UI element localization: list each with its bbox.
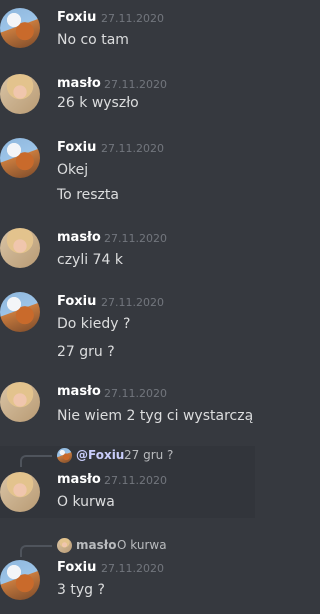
avatar[interactable] (0, 74, 40, 114)
timestamp: 27.11.2020 (104, 387, 167, 400)
message-text: czyli 74 k (57, 252, 123, 268)
avatar[interactable] (0, 292, 40, 332)
message-text: To reszta (57, 187, 119, 203)
message-text: Nie wiem 2 tyg ci wystarczą (57, 408, 254, 424)
username[interactable]: Foxiu (57, 294, 96, 309)
avatar[interactable] (0, 8, 40, 48)
username[interactable]: Foxiu (57, 10, 96, 25)
message-text: No co tam (57, 32, 129, 48)
reply-connector (20, 455, 52, 467)
username[interactable]: Foxiu (57, 560, 96, 575)
message-maslo-3: masło 27.11.2020 Nie wiem 2 tyg ci wysta… (0, 378, 255, 428)
message-maslo-reply: @Foxiu 27 gru ? masło 27.11.2020 O kurwa (0, 446, 255, 518)
message-foxiu-3: Foxiu 27.11.2020 Do kiedy ? 27 gru ? (0, 288, 255, 368)
username[interactable]: Foxiu (57, 140, 96, 155)
timestamp: 27.11.2020 (101, 562, 164, 575)
reply-avatar (57, 538, 72, 553)
message-foxiu-reply: masło O kurwa Foxiu 27.11.2020 3 tyg ? (0, 536, 255, 608)
username[interactable]: masło (57, 384, 101, 399)
message-text: 27 gru ? (57, 344, 115, 360)
message-text: O kurwa (57, 494, 115, 510)
avatar[interactable] (0, 382, 40, 422)
reply-connector (20, 545, 52, 557)
reply-author[interactable]: @Foxiu (76, 448, 124, 462)
message-text: Okej (57, 162, 89, 178)
username[interactable]: masło (57, 76, 101, 91)
reply-author[interactable]: masło (76, 538, 116, 552)
timestamp: 27.11.2020 (101, 142, 164, 155)
reply-reference[interactable]: masło O kurwa (0, 536, 255, 557)
timestamp: 27.11.2020 (101, 12, 164, 25)
timestamp: 27.11.2020 (104, 78, 167, 91)
message-maslo-1: masło 27.11.2020 26 k wyszło (0, 70, 255, 120)
avatar[interactable] (0, 138, 40, 178)
avatar[interactable] (0, 228, 40, 268)
reply-text[interactable]: O kurwa (117, 538, 167, 552)
message-foxiu-1: Foxiu 27.11.2020 No co tam (0, 4, 255, 54)
message-maslo-2: masło 27.11.2020 czyli 74 k (0, 224, 255, 274)
username[interactable]: masło (57, 472, 101, 487)
timestamp: 27.11.2020 (104, 232, 167, 245)
timestamp: 27.11.2020 (104, 474, 167, 487)
message-foxiu-2: Foxiu 27.11.2020 Okej To reszta (0, 132, 255, 212)
avatar[interactable] (0, 560, 40, 600)
message-text: Do kiedy ? (57, 316, 131, 332)
reply-avatar (57, 448, 72, 463)
message-text: 26 k wyszło (57, 95, 139, 111)
message-text: 3 tyg ? (57, 582, 105, 598)
timestamp: 27.11.2020 (101, 296, 164, 309)
reply-text[interactable]: 27 gru ? (124, 448, 173, 462)
avatar[interactable] (0, 472, 40, 512)
reply-reference[interactable]: @Foxiu 27 gru ? (0, 446, 255, 467)
username[interactable]: masło (57, 230, 101, 245)
